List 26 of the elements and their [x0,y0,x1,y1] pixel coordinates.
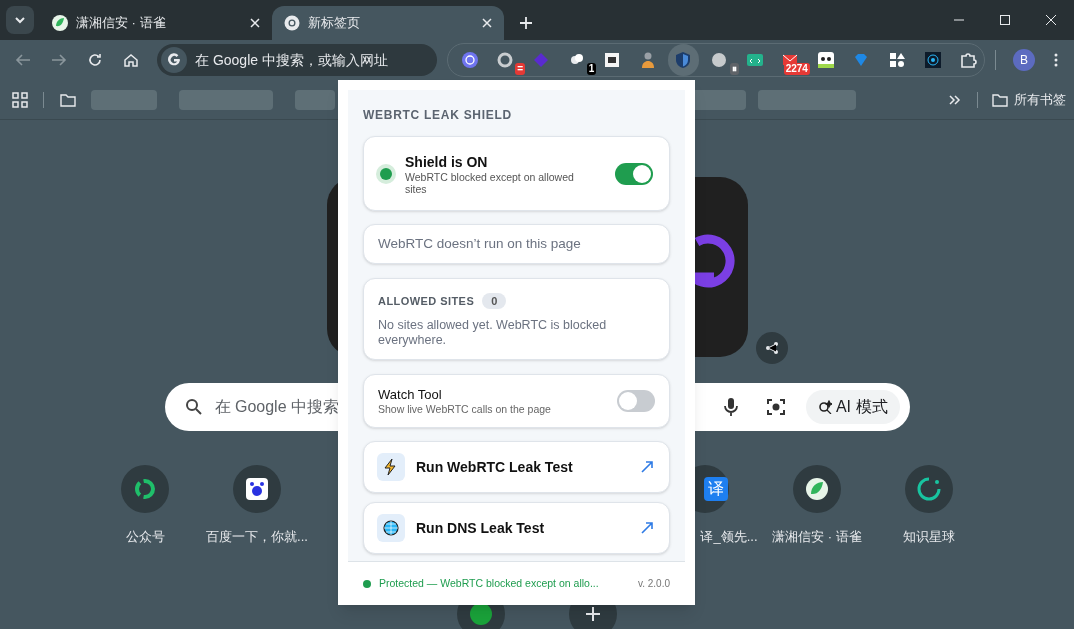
shortcut-label: 公众号 [125,528,165,546]
version-label: v. 2.0.0 [637,577,670,591]
tab-title: 新标签页 [308,14,361,33]
shortcut-label: 百度一下，你就... [206,528,308,546]
page-status-text: WebRTC doesn’t run on this page [378,234,581,253]
shield-title: Shield is ON [405,152,489,171]
popup-title: WEBRTC LEAK SHIELD [363,107,513,124]
footer-status: Protected — WebRTC blocked except on allo... [379,575,600,591]
watch-tool-title: Watch Tool [378,386,443,403]
watch-tool-subtitle: Show live WebRTC calls on the page [378,402,552,416]
bookmark-label: 所有书签 [1014,91,1066,110]
badge: 1 [586,63,597,75]
search-placeholder: 在 Google 中搜索 [214,397,339,417]
badge: ⏸ [729,63,739,75]
empty-message: No sites allowed yet. WebRTC is blocked everywhere. [378,317,608,348]
shortcut-label: 译_领先... [700,528,758,546]
badge: = [515,63,526,75]
address-placeholder: 在 Google 中搜索，或输入网址 [195,50,388,70]
shortcut-label: 知识星球 [903,528,955,546]
shortcut-label: 潇湘信安 · 语雀 [772,528,862,546]
tab-title: 潇湘信安 · 语雀 [76,14,167,33]
badge: 2274 [783,63,810,75]
count-badge: 0 [482,293,507,310]
section-label: ALLOWED SITES [378,294,475,309]
translate-icon: 译 [704,477,728,501]
shield-subtitle: WebRTC blocked except on allowed sites [405,170,575,195]
